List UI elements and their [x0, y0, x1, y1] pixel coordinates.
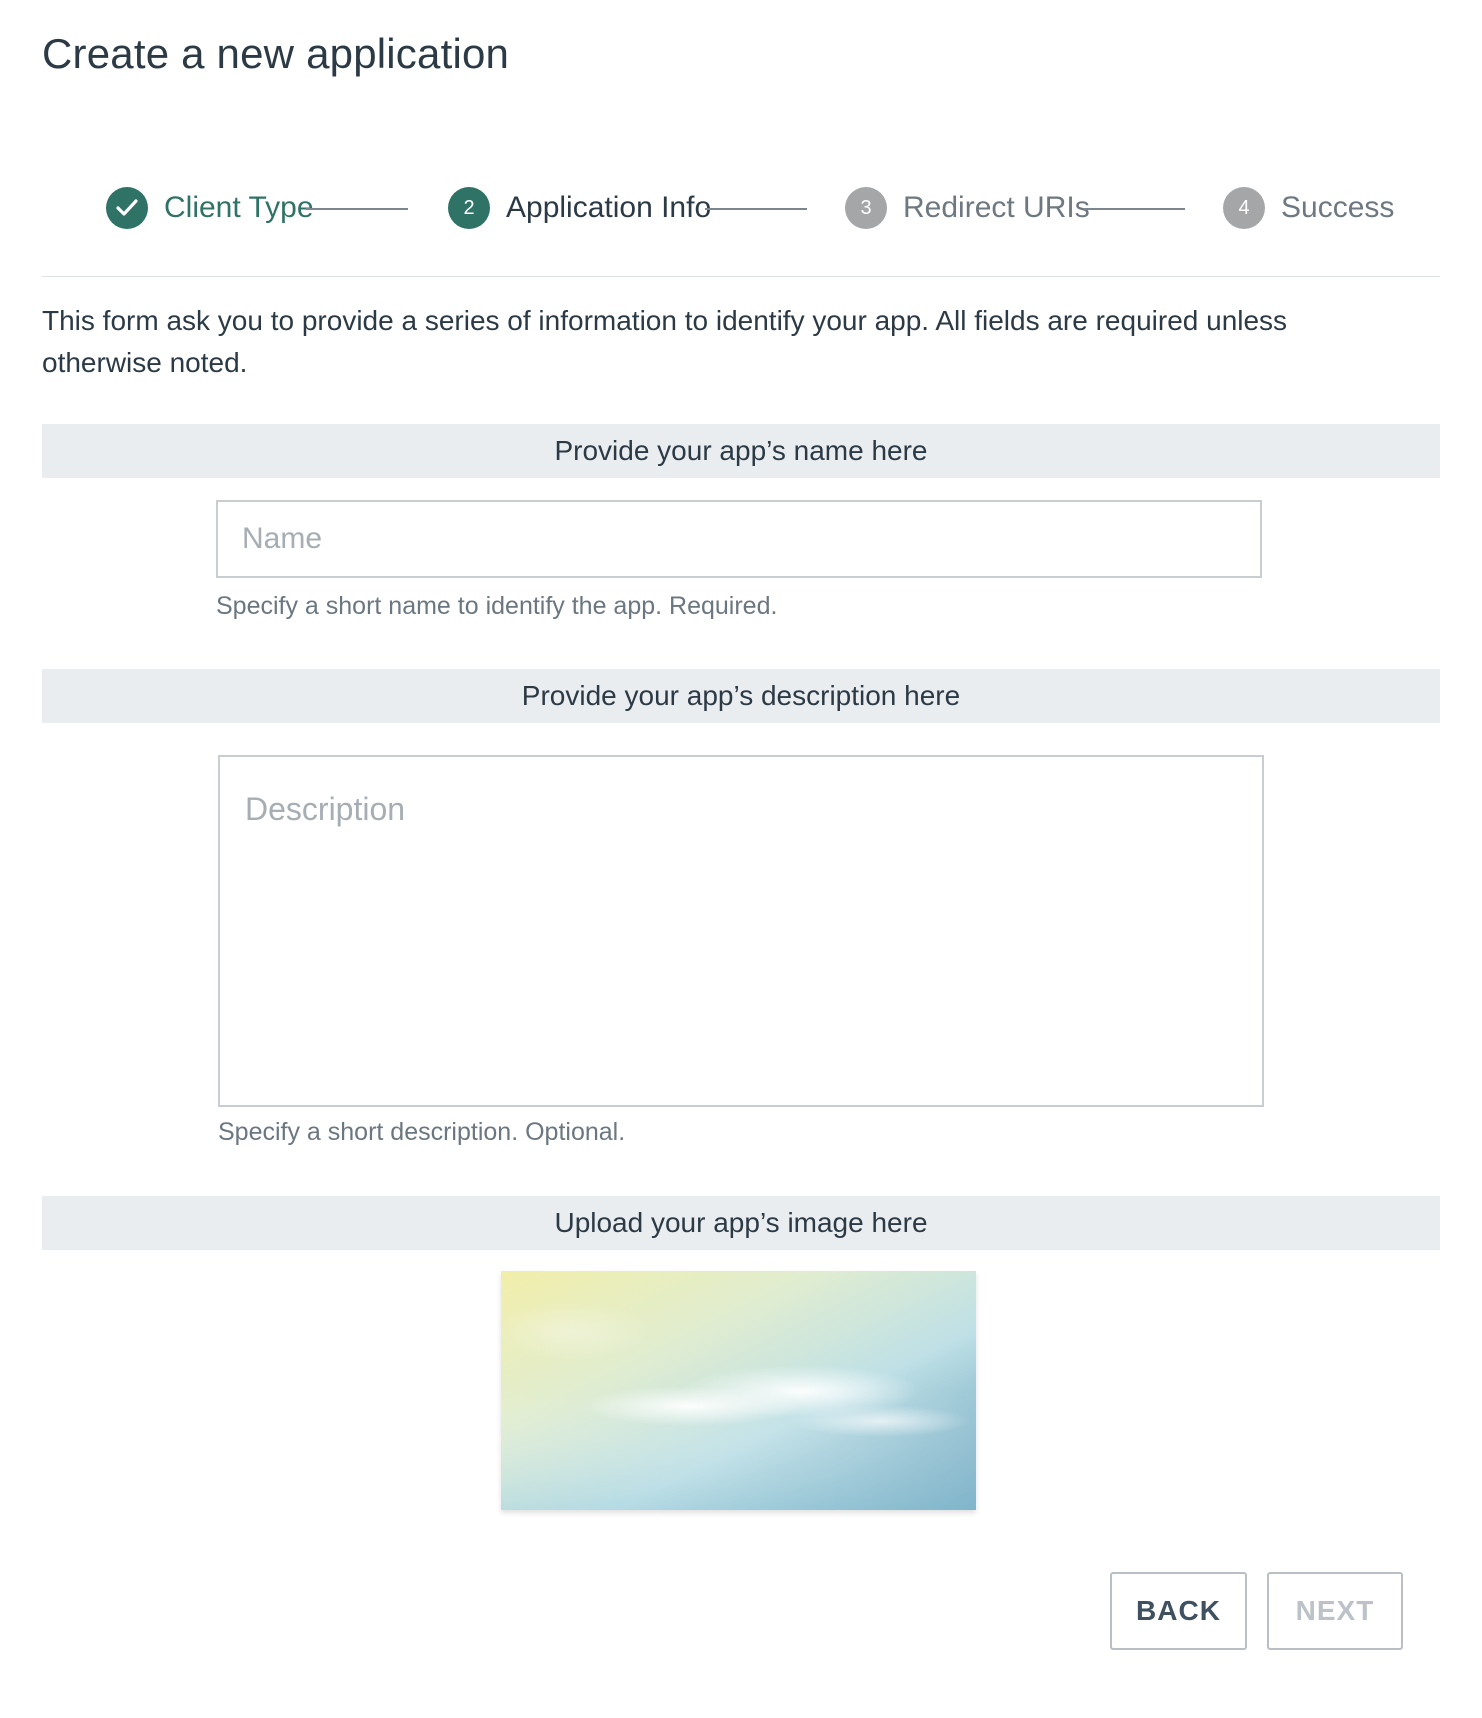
step-2-number-badge: 2: [448, 187, 490, 229]
name-section-header: Provide your app’s name here: [42, 424, 1440, 478]
app-image-upload[interactable]: [501, 1271, 976, 1510]
image-section-header: Upload your app’s image here: [42, 1196, 1440, 1250]
name-help-text: Specify a short name to identify the app…: [216, 592, 778, 620]
name-input[interactable]: [216, 500, 1262, 578]
step-1-complete-indicator: [106, 187, 148, 229]
sky-cloud-image: [501, 1271, 976, 1510]
stepper-divider: [42, 276, 1440, 277]
step-connector: [1083, 208, 1185, 210]
step-connector: [705, 208, 807, 210]
step-label-success: Success: [1281, 191, 1395, 224]
check-icon: [116, 199, 138, 216]
wizard-stepper: Client Type 2 Application Info 3 Redirec…: [42, 180, 1440, 236]
step-3-number-badge: 3: [845, 187, 887, 229]
description-section-header: Provide your app’s description here: [42, 669, 1440, 723]
form-intro-text: This form ask you to provide a series of…: [42, 305, 1288, 378]
next-button[interactable]: NEXT: [1267, 1572, 1403, 1650]
step-label-redirect-uris: Redirect URIs: [903, 191, 1090, 224]
step-label-client-type[interactable]: Client Type: [164, 190, 314, 226]
step-label-application-info: Application Info: [506, 191, 712, 224]
description-textarea[interactable]: [218, 755, 1264, 1107]
step-connector: [306, 208, 408, 210]
description-help-text: Specify a short description. Optional.: [218, 1118, 626, 1146]
back-button[interactable]: BACK: [1110, 1572, 1247, 1650]
step-4-number-badge: 4: [1223, 187, 1265, 229]
page-title: Create a new application: [42, 30, 510, 77]
